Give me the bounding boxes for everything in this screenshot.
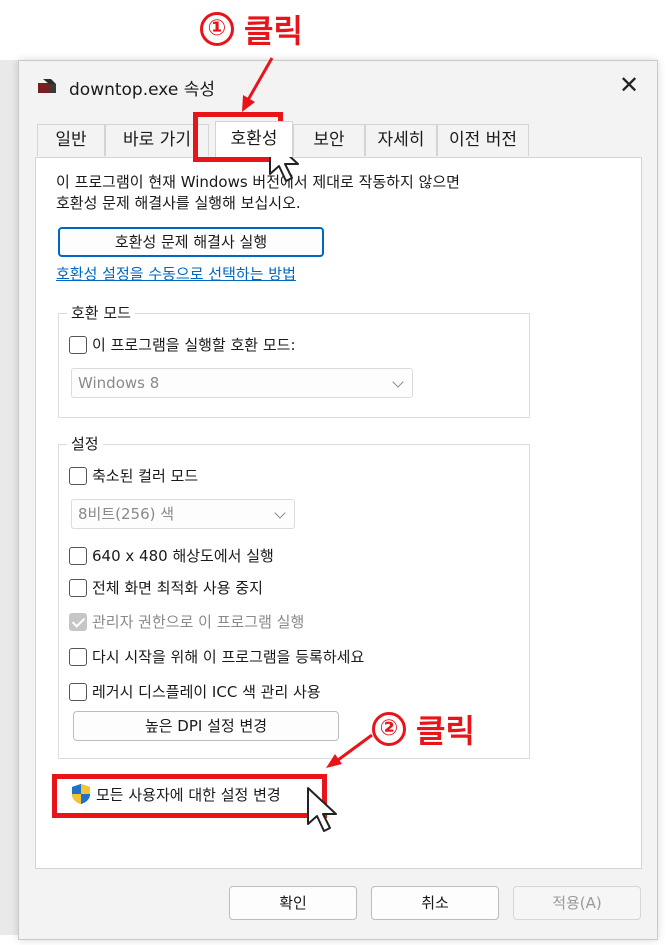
chevron-down-icon bbox=[392, 376, 404, 388]
res-640-checkbox[interactable] bbox=[69, 546, 87, 565]
register-restart-row: 다시 시작을 위해 이 프로그램을 등록하세요 bbox=[69, 646, 364, 667]
compat-mode-label: 이 프로그램을 실행할 호환 모드: bbox=[92, 336, 296, 354]
reduced-color-label: 축소된 컬러 모드 bbox=[92, 467, 199, 485]
annotation-step-1: ① 클릭 bbox=[200, 6, 303, 52]
legacy-icc-checkbox[interactable] bbox=[69, 682, 87, 701]
settings-title: 설정 bbox=[67, 433, 103, 454]
os-select-value: Windows 8 bbox=[78, 374, 160, 392]
compat-mode-title: 호환 모드 bbox=[67, 302, 135, 323]
res-640-row: 640 x 480 해상도에서 실행 bbox=[69, 545, 274, 566]
title-bar: downtop.exe 속성 ✕ bbox=[19, 61, 657, 111]
step-1-text: 클릭 bbox=[244, 12, 303, 50]
compat-mode-row: 이 프로그램을 실행할 호환 모드: bbox=[69, 334, 296, 355]
chevron-down-icon bbox=[274, 507, 286, 519]
step-2-number: ② bbox=[372, 712, 406, 746]
run-admin-checkbox[interactable] bbox=[69, 612, 87, 631]
high-dpi-button[interactable]: 높은 DPI 설정 변경 bbox=[73, 711, 339, 741]
reduced-color-row: 축소된 컬러 모드 bbox=[69, 465, 198, 486]
manual-settings-link[interactable]: 호환성 설정을 수동으로 선택하는 방법 bbox=[56, 263, 296, 284]
fullscreen-opt-label: 전체 화면 최적화 사용 중지 bbox=[92, 579, 263, 597]
tab-previous-versions[interactable]: 이전 버전 bbox=[437, 124, 529, 156]
register-restart-label: 다시 시작을 위해 이 프로그램을 등록하세요 bbox=[92, 648, 365, 666]
description-line-1: 이 프로그램이 현재 Windows 버전에서 제대로 작동하지 않으면 bbox=[56, 173, 460, 191]
legacy-icc-row: 레거시 디스플레이 ICC 색 관리 사용 bbox=[69, 681, 321, 702]
fullscreen-opt-checkbox[interactable] bbox=[69, 578, 87, 597]
register-restart-checkbox[interactable] bbox=[69, 647, 87, 666]
mouse-cursor-icon-2 bbox=[307, 787, 337, 832]
tab-details[interactable]: 자세히 bbox=[365, 124, 437, 156]
apply-button[interactable]: 적용(A) bbox=[513, 886, 641, 920]
step-1-number: ① bbox=[200, 12, 234, 46]
tab-general[interactable]: 일반 bbox=[37, 124, 105, 156]
compatibility-panel: 이 프로그램이 현재 Windows 버전에서 제대로 작동하지 않으면 호환성… bbox=[35, 157, 642, 869]
background-strip bbox=[0, 60, 18, 935]
cancel-button[interactable]: 취소 bbox=[371, 886, 499, 920]
res-640-label: 640 x 480 해상도에서 실행 bbox=[92, 547, 274, 565]
fullscreen-opt-row: 전체 화면 최적화 사용 중지 bbox=[69, 577, 263, 598]
legacy-icc-label: 레거시 디스플레이 ICC 색 관리 사용 bbox=[92, 683, 321, 701]
description-line-2: 호환성 문제 해결사를 실행해 보십시오. bbox=[56, 194, 301, 212]
tab-compatibility[interactable]: 호환성 bbox=[215, 121, 293, 157]
run-troubleshooter-button[interactable]: 호환성 문제 해결사 실행 bbox=[58, 227, 324, 257]
compat-mode-group: 호환 모드 이 프로그램을 실행할 호환 모드: Windows 8 bbox=[58, 302, 530, 418]
compat-mode-checkbox[interactable] bbox=[69, 335, 87, 354]
color-mode-select[interactable]: 8비트(256) 색 bbox=[71, 499, 295, 529]
close-button[interactable]: ✕ bbox=[615, 71, 643, 99]
app-icon bbox=[38, 79, 56, 93]
os-select[interactable]: Windows 8 bbox=[71, 368, 413, 398]
compat-description: 이 프로그램이 현재 Windows 버전에서 제대로 작동하지 않으면 호환성… bbox=[56, 172, 460, 214]
ok-button[interactable]: 확인 bbox=[229, 886, 357, 920]
annotation-step-2: ② 클릭 bbox=[372, 706, 475, 752]
highlight-box-all-users bbox=[52, 774, 327, 818]
run-admin-label: 관리자 권한으로 이 프로그램 실행 bbox=[92, 613, 305, 631]
color-mode-value: 8비트(256) 색 bbox=[78, 505, 175, 523]
window-title: downtop.exe 속성 bbox=[69, 80, 215, 100]
reduced-color-checkbox[interactable] bbox=[69, 466, 87, 485]
step-2-text: 클릭 bbox=[416, 712, 475, 750]
run-admin-row: 관리자 권한으로 이 프로그램 실행 bbox=[69, 611, 304, 632]
